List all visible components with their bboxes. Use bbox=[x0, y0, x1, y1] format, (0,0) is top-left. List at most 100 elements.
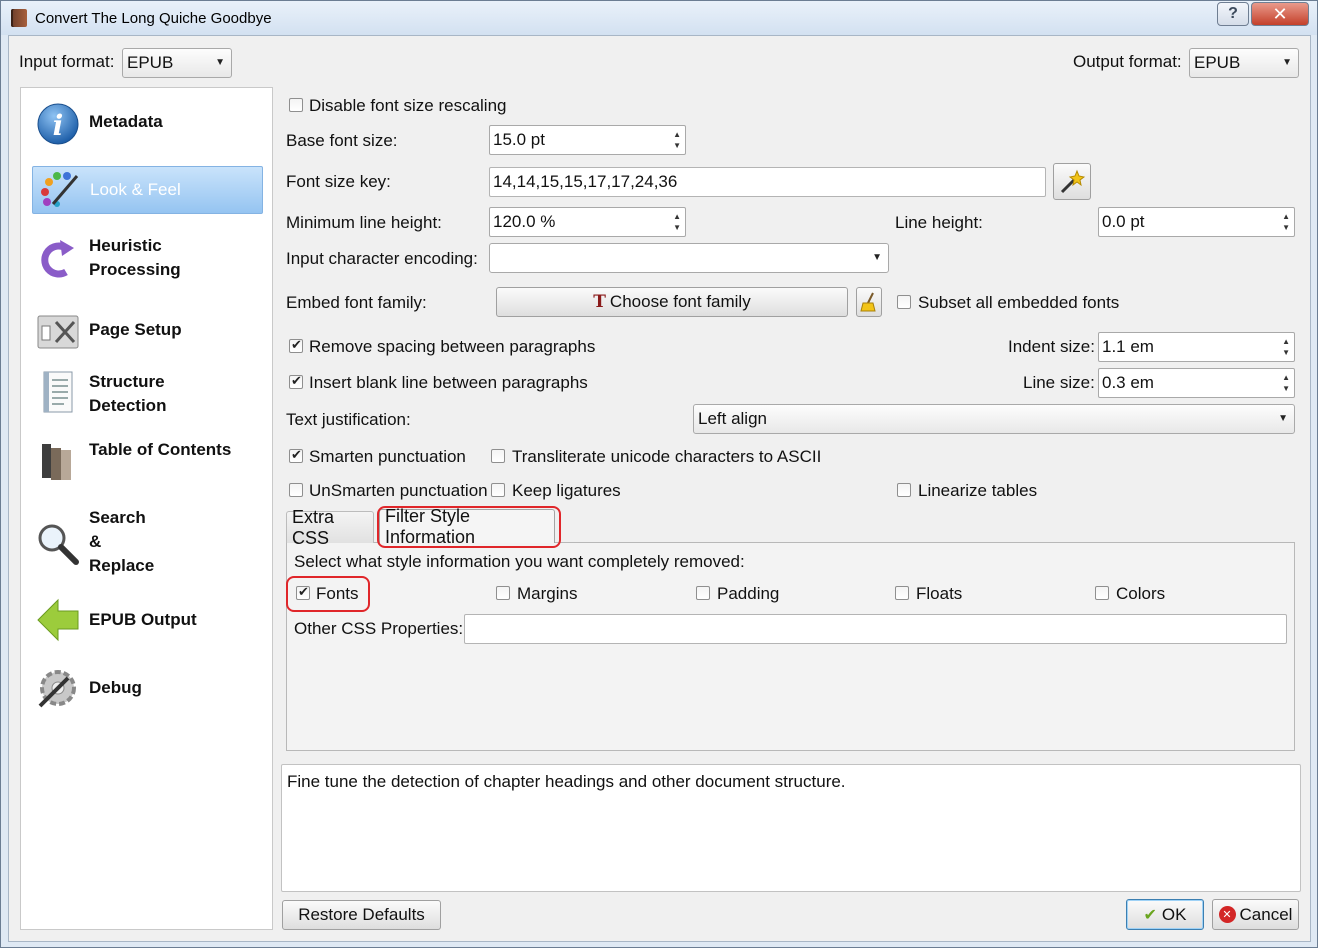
font-size-key-input[interactable]: 14,14,15,15,17,17,24,36 bbox=[489, 167, 1046, 197]
disable-rescaling-checkbox[interactable] bbox=[289, 98, 303, 112]
subset-fonts-checkbox[interactable] bbox=[897, 295, 911, 309]
filter-floats-checkbox[interactable] bbox=[895, 586, 909, 600]
tab-highlight-ring bbox=[377, 506, 561, 548]
input-encoding-combobox[interactable]: ▼ bbox=[489, 243, 889, 273]
filter-style-tab-panel bbox=[286, 542, 1295, 751]
filter-margins-checkbox[interactable] bbox=[496, 586, 510, 600]
title-bar: Convert The Long Quiche Goodbye ? ✕ bbox=[1, 1, 1317, 35]
other-css-input[interactable] bbox=[464, 614, 1287, 644]
text-justification-select[interactable]: Left align ▼ bbox=[693, 404, 1295, 434]
palette-icon bbox=[41, 172, 79, 207]
unsmarten-punctuation-label: UnSmarten punctuation bbox=[309, 481, 488, 500]
smarten-punctuation-checkbox[interactable] bbox=[289, 447, 303, 463]
other-css-label: Other CSS Properties: bbox=[294, 619, 464, 638]
subset-fonts-label: Subset all embedded fonts bbox=[918, 293, 1120, 312]
keep-ligatures-label: Keep ligatures bbox=[512, 481, 621, 500]
help-description-box: Fine tune the detection of chapter headi… bbox=[281, 764, 1301, 892]
ok-button[interactable]: ✔ OK bbox=[1126, 899, 1204, 930]
dialog-client: Input format: EPUB ▼ Output format: EPUB… bbox=[8, 35, 1311, 942]
min-line-height-spinbox[interactable]: 120.0 % ▲ ▼ bbox=[489, 207, 686, 237]
insert-blank-line-label: Insert blank line between paragraphs bbox=[309, 373, 588, 392]
sidebar-item-look-and-feel[interactable]: Look & Feel bbox=[32, 166, 263, 214]
embed-font-label: Embed font family: bbox=[286, 293, 427, 312]
smarten-punctuation-label: Smarten punctuation bbox=[309, 447, 466, 466]
debug-gear-icon bbox=[38, 670, 76, 708]
base-font-size-label: Base font size: bbox=[286, 131, 398, 150]
green-arrow-icon bbox=[37, 598, 79, 642]
keep-ligatures-checkbox[interactable] bbox=[491, 483, 505, 497]
cancel-button[interactable]: ✕ Cancel bbox=[1212, 899, 1299, 930]
restore-defaults-button[interactable]: Restore Defaults bbox=[282, 900, 441, 930]
fonts-highlight-ring bbox=[286, 576, 370, 612]
base-font-size-spinbox[interactable]: 15.0 pt ▲ ▼ bbox=[489, 125, 686, 155]
sidebar-item-epub-output[interactable]: EPUB Output bbox=[32, 596, 263, 646]
input-format-select[interactable]: EPUB ▼ bbox=[122, 48, 232, 78]
cancel-icon: ✕ bbox=[1218, 906, 1236, 923]
magnifier-icon bbox=[38, 524, 79, 565]
chevron-down-icon: ▼ bbox=[1278, 413, 1288, 424]
disable-rescaling-label: Disable font size rescaling bbox=[309, 96, 507, 115]
filter-padding-label: Padding bbox=[717, 584, 780, 603]
sidebar-item-debug[interactable]: Debug bbox=[32, 664, 263, 714]
font-size-key-label: Font size key: bbox=[286, 172, 391, 191]
filter-prompt-label: Select what style information you want c… bbox=[294, 552, 745, 571]
font-size-wizard-button[interactable] bbox=[1053, 163, 1091, 200]
close-button[interactable]: ✕ bbox=[1251, 2, 1309, 26]
svg-text:i: i bbox=[53, 109, 64, 142]
books-icon bbox=[42, 444, 71, 480]
checkmark-icon: ✔ bbox=[1143, 906, 1157, 924]
text-justification-label: Text justification: bbox=[286, 410, 411, 429]
transliterate-checkbox[interactable] bbox=[491, 449, 505, 463]
document-icon bbox=[43, 371, 73, 413]
filter-padding-checkbox[interactable] bbox=[696, 586, 710, 600]
dialog-window: Convert The Long Quiche Goodbye ? ✕ Inpu… bbox=[0, 0, 1318, 948]
spin-arrows-icon[interactable]: ▲ ▼ bbox=[673, 129, 681, 151]
page-setup-icon bbox=[37, 315, 79, 349]
line-size-label: Line size: bbox=[1023, 373, 1095, 392]
unsmarten-punctuation-checkbox[interactable] bbox=[289, 483, 303, 497]
sidebar-item-structure-detection[interactable]: Structure Detection bbox=[32, 368, 263, 424]
chevron-down-icon: ▼ bbox=[215, 57, 225, 68]
input-encoding-label: Input character encoding: bbox=[286, 249, 478, 268]
line-size-spinbox[interactable]: 0.3 em ▲ ▼ bbox=[1098, 368, 1295, 398]
linearize-tables-checkbox[interactable] bbox=[897, 483, 911, 497]
sidebar-item-page-setup[interactable]: Page Setup bbox=[32, 308, 263, 356]
circular-arrow-icon bbox=[41, 240, 74, 278]
line-height-label: Line height: bbox=[895, 213, 983, 232]
transliterate-label: Transliterate unicode characters to ASCI… bbox=[512, 447, 822, 466]
help-button[interactable]: ? bbox=[1217, 2, 1249, 26]
indent-size-spinbox[interactable]: 1.1 em ▲ ▼ bbox=[1098, 332, 1295, 362]
chevron-down-icon: ▼ bbox=[872, 252, 882, 263]
close-icon: ✕ bbox=[1272, 3, 1288, 24]
input-format-label: Input format: bbox=[19, 52, 115, 71]
filter-floats-label: Floats bbox=[916, 584, 963, 603]
linearize-tables-label: Linearize tables bbox=[918, 481, 1038, 500]
sidebar: i Metadata Look & Feel Heuristic Process… bbox=[20, 87, 273, 930]
spin-arrows-icon[interactable]: ▲ ▼ bbox=[1282, 211, 1290, 233]
tab-extra-css[interactable]: Extra CSS bbox=[286, 507, 374, 548]
choose-font-family-button[interactable]: T Choose font family bbox=[496, 287, 848, 317]
info-icon: i bbox=[37, 103, 79, 145]
magic-wand-icon bbox=[1060, 169, 1085, 193]
spin-arrows-icon[interactable]: ▲ ▼ bbox=[1282, 336, 1290, 358]
sidebar-item-metadata[interactable]: i Metadata bbox=[32, 100, 263, 148]
spin-arrows-icon[interactable]: ▲ ▼ bbox=[1282, 372, 1290, 394]
help-description-text: Fine tune the detection of chapter headi… bbox=[287, 772, 846, 791]
remove-spacing-checkbox[interactable] bbox=[289, 337, 303, 353]
sidebar-item-search-replace[interactable]: Search & Replace bbox=[32, 504, 263, 584]
filter-colors-checkbox[interactable] bbox=[1095, 586, 1109, 600]
sidebar-item-heuristic-processing[interactable]: Heuristic Processing bbox=[32, 232, 263, 288]
remove-spacing-label: Remove spacing between paragraphs bbox=[309, 337, 596, 356]
spin-arrows-icon[interactable]: ▲ ▼ bbox=[673, 211, 681, 233]
clear-font-button[interactable] bbox=[856, 287, 882, 317]
line-height-spinbox[interactable]: 0.0 pt ▲ ▼ bbox=[1098, 207, 1295, 237]
min-line-height-label: Minimum line height: bbox=[286, 213, 442, 232]
indent-size-label: Indent size: bbox=[1008, 337, 1095, 356]
book-app-icon bbox=[11, 9, 27, 27]
chevron-down-icon: ▼ bbox=[1282, 57, 1292, 68]
filter-margins-label: Margins bbox=[517, 584, 578, 603]
insert-blank-line-checkbox[interactable] bbox=[289, 373, 303, 389]
sidebar-item-table-of-contents[interactable]: Table of Contents bbox=[32, 436, 263, 492]
output-format-select[interactable]: EPUB ▼ bbox=[1189, 48, 1299, 78]
help-icon: ? bbox=[1228, 5, 1238, 22]
